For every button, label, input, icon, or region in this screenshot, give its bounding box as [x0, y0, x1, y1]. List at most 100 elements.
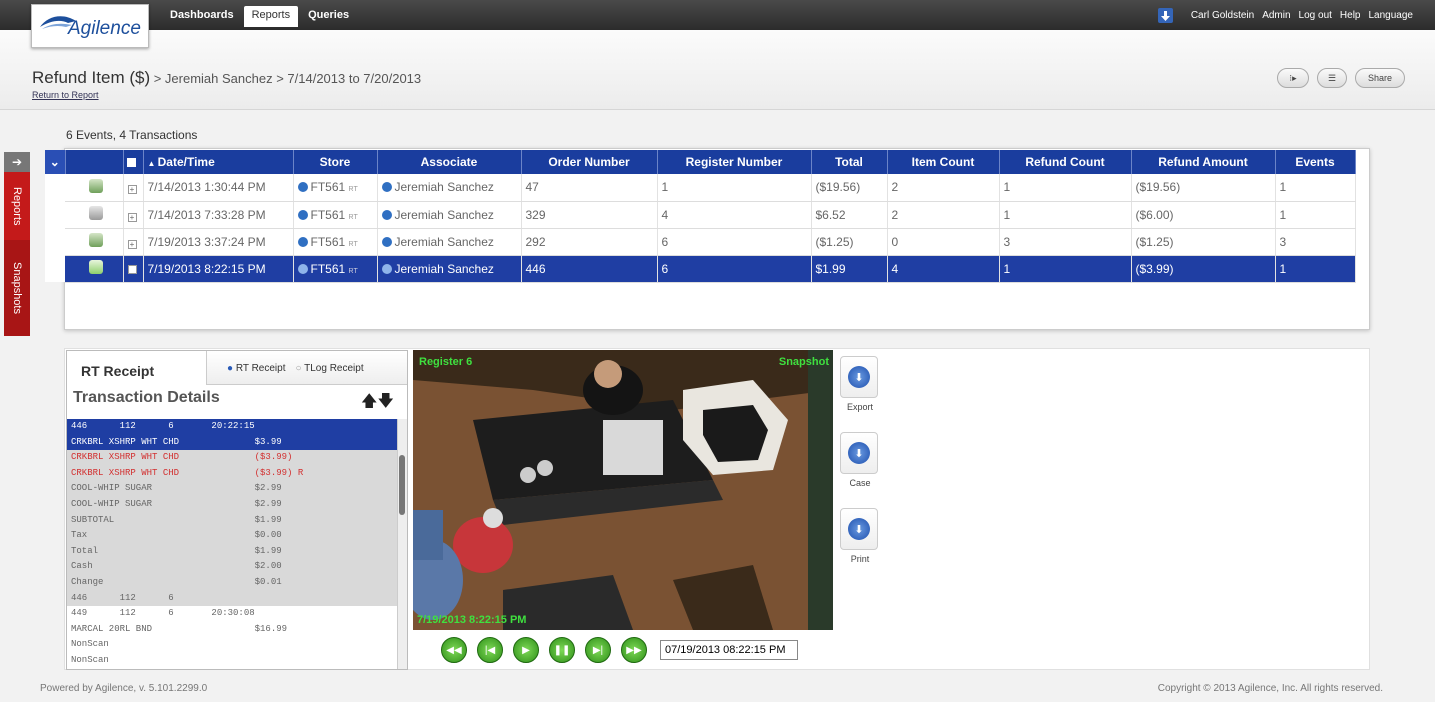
cell-total: $1.99: [811, 255, 888, 283]
receipt-scrollbar[interactable]: [397, 419, 407, 669]
col-associate[interactable]: Associate: [377, 150, 522, 174]
admin-link[interactable]: Admin: [1262, 10, 1290, 21]
rt-receipt-radio[interactable]: ● RT Receipt: [227, 363, 285, 374]
column-chooser[interactable]: ⌄: [45, 150, 66, 174]
export-action[interactable]: ⬇ Export: [840, 356, 880, 412]
main-nav: Dashboards Reports Queries: [162, 6, 359, 27]
video-player[interactable]: Register 6 Snapshot 7/19/2013 8:22:15 PM: [413, 350, 833, 630]
col-total[interactable]: Total: [811, 150, 888, 174]
col-refund-amount[interactable]: Refund Amount: [1131, 150, 1276, 174]
radio-empty-icon: ○: [295, 363, 302, 374]
logout-link[interactable]: Log out: [1299, 10, 1332, 21]
receipt-line: SUBTOTAL $1.99: [67, 512, 397, 529]
surveillance-frame: [413, 350, 833, 630]
scrollbar-thumb[interactable]: [399, 455, 405, 515]
arrow-down-icon[interactable]: 🡇: [377, 393, 393, 410]
print-action[interactable]: ⬇ Print: [840, 508, 880, 564]
cell-associate[interactable]: Jeremiah Sanchez: [377, 174, 522, 202]
reports-side-tab[interactable]: Reports: [4, 172, 30, 240]
rt-receipt-tab[interactable]: RT Receipt: [67, 351, 207, 385]
nav-queries[interactable]: Queries: [300, 6, 357, 27]
snapshots-side-tab[interactable]: Snapshots: [4, 240, 30, 336]
cell-associate[interactable]: Jeremiah Sanchez: [377, 201, 522, 229]
video-timestamp-field[interactable]: [660, 640, 798, 660]
user-name[interactable]: Carl Goldstein: [1191, 10, 1254, 21]
expand-all-header[interactable]: [123, 150, 144, 174]
store-value: FT561: [310, 180, 346, 195]
col-refund-count[interactable]: Refund Count: [999, 150, 1132, 174]
scan-cell[interactable]: [65, 201, 124, 229]
export-button[interactable]: ⬇: [840, 356, 878, 398]
cell-order: 329: [521, 201, 658, 229]
camera-label: Register 6: [419, 356, 473, 368]
table-row-selected[interactable]: 7/19/2013 8:22:15 PM FT561 RT Jeremiah S…: [45, 255, 1356, 283]
user-area: Carl Goldstein Admin Log out Help Langua…: [1157, 8, 1414, 23]
col-datetime[interactable]: ▲ Date/Time: [143, 150, 294, 174]
step-back-button[interactable]: |◀: [477, 637, 503, 663]
pause-button[interactable]: ❚❚: [549, 637, 575, 663]
cell-store[interactable]: FT561 RT: [293, 174, 378, 202]
receipt-line: MARCAL 20RL BND $16.99: [67, 621, 397, 638]
nav-dashboards[interactable]: Dashboards: [162, 6, 242, 27]
cell-associate[interactable]: Jeremiah Sanchez: [377, 228, 522, 256]
cell-refund-count: 3: [999, 228, 1132, 256]
expand-row-icon: +: [127, 185, 137, 195]
cell-order: 292: [521, 228, 658, 256]
table-row[interactable]: + 7/14/2013 7:33:28 PM FT561 RT Jeremiah…: [45, 201, 1356, 229]
receipt-line: 446 112 6: [67, 590, 397, 607]
receipt-scan-icon: [88, 233, 103, 247]
return-to-report-link[interactable]: Return to Report: [32, 90, 99, 100]
col-register-number[interactable]: Register Number: [657, 150, 812, 174]
expand-cell[interactable]: +: [123, 228, 144, 256]
receipt-line: Change $0.01: [67, 574, 397, 591]
nav-reports[interactable]: Reports: [243, 6, 299, 27]
col-events[interactable]: Events: [1275, 150, 1356, 174]
play-button[interactable]: ▶: [513, 637, 539, 663]
select-all-header: [65, 150, 124, 174]
scan-cell[interactable]: [65, 174, 124, 202]
cell-order: 446: [521, 255, 658, 283]
step-forward-button[interactable]: ▶|: [585, 637, 611, 663]
download-icon[interactable]: [1157, 8, 1173, 23]
cell-associate[interactable]: Jeremiah Sanchez: [377, 255, 522, 283]
arrow-up-icon[interactable]: 🡅: [361, 393, 377, 410]
receipt-line: Cash $2.00: [67, 559, 397, 575]
cell-store[interactable]: FT561 RT: [293, 255, 378, 283]
expand-cell[interactable]: +: [123, 174, 144, 202]
radio-selected-icon: ●: [227, 363, 234, 374]
rewind-button[interactable]: ◀◀: [441, 637, 467, 663]
table-row[interactable]: + 7/19/2013 3:37:24 PM FT561 RT Jeremiah…: [45, 228, 1356, 256]
col-store[interactable]: Store: [293, 150, 378, 174]
scan-cell[interactable]: [65, 255, 124, 283]
columns-button[interactable]: ⁝▸: [1277, 68, 1309, 88]
store-tag: RT: [348, 213, 358, 221]
cell-store[interactable]: FT561 RT: [293, 201, 378, 229]
help-link[interactable]: Help: [1340, 10, 1361, 21]
associate-value: Jeremiah Sanchez: [394, 180, 494, 195]
step-forward-icon: ▶|: [592, 644, 604, 656]
language-link[interactable]: Language: [1369, 10, 1414, 21]
share-button[interactable]: Share: [1355, 68, 1405, 88]
expand-cell[interactable]: +: [123, 201, 144, 229]
cell-store[interactable]: FT561 RT: [293, 228, 378, 256]
cell-events: 1: [1275, 174, 1356, 202]
agilence-logo[interactable]: Agilence: [31, 4, 149, 48]
receipt-scan-icon: [88, 260, 103, 274]
expand-sidebar-arrow-icon[interactable]: ➔: [4, 152, 30, 172]
case-action[interactable]: ⬇ Case: [840, 432, 880, 488]
cell-events: 1: [1275, 201, 1356, 229]
expand-cell[interactable]: [123, 255, 144, 283]
col-order-number[interactable]: Order Number: [521, 150, 658, 174]
cell-datetime: 7/14/2013 1:30:44 PM: [143, 174, 294, 202]
fast-forward-button[interactable]: ▶▶: [621, 637, 647, 663]
col-item-count[interactable]: Item Count: [887, 150, 1000, 174]
print-button[interactable]: ⬇: [840, 508, 878, 550]
scan-cell[interactable]: [65, 228, 124, 256]
table-row[interactable]: + 7/14/2013 1:30:44 PM FT561 RT Jeremiah…: [45, 174, 1356, 202]
case-button[interactable]: ⬇: [840, 432, 878, 474]
tlog-receipt-radio[interactable]: ○ TLog Receipt: [295, 363, 363, 374]
menu-button[interactable]: ☰: [1317, 68, 1347, 88]
info-icon: [381, 182, 392, 193]
cell-datetime: 7/19/2013 3:37:24 PM: [143, 228, 294, 256]
expand-row-icon: +: [127, 212, 137, 222]
